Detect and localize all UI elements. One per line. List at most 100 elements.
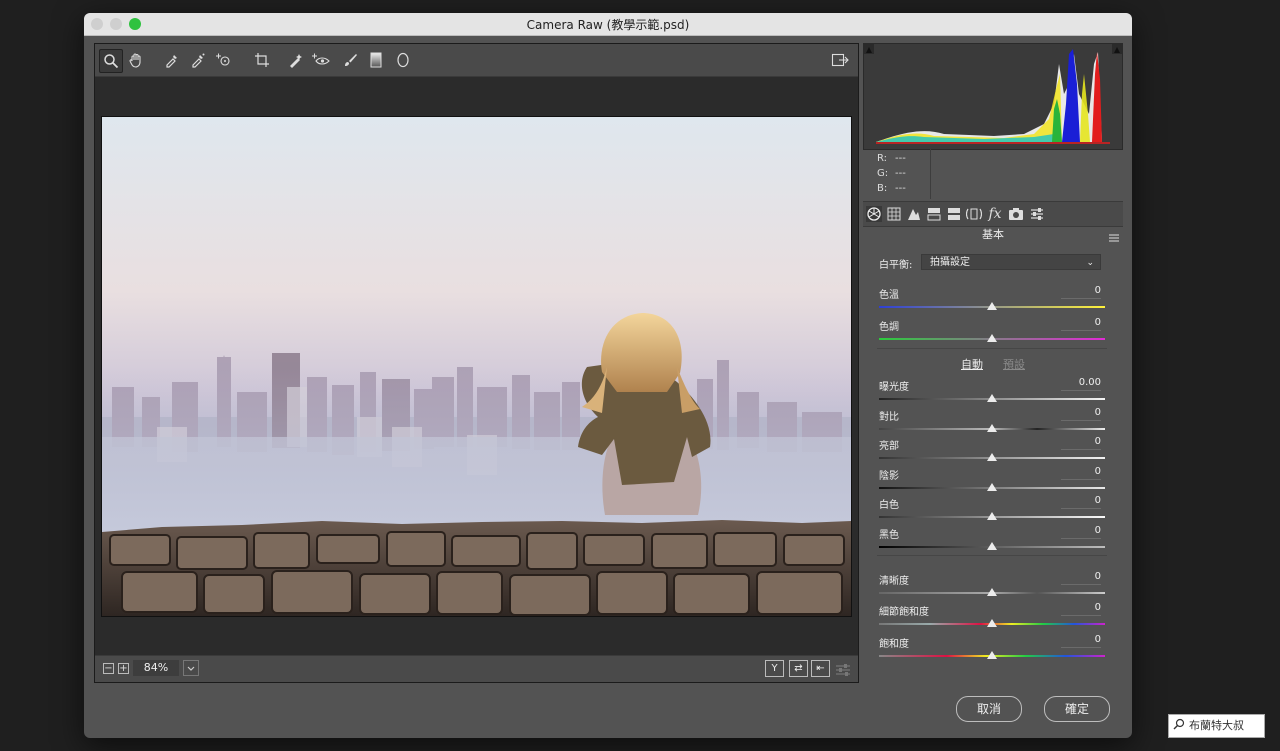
slider-label: 色調 (879, 322, 899, 333)
slider-value-field[interactable]: 0 (1061, 495, 1101, 509)
status-bar: − + 84% Y ⇄ ⇤ (95, 655, 858, 682)
slider-thumb[interactable] (987, 302, 997, 310)
zoom-icon[interactable] (99, 49, 123, 73)
slider-value-field[interactable]: 0 (1061, 285, 1101, 299)
cancel-button[interactable]: 取消 (956, 696, 1022, 722)
zoom-level[interactable]: 84% (133, 660, 179, 676)
slider-label: 曝光度 (879, 382, 909, 393)
tool-bar (95, 44, 858, 77)
search-icon (1173, 716, 1185, 738)
basic-tab-icon[interactable] (866, 206, 882, 222)
lens-corrections-tab-icon[interactable] (966, 206, 982, 222)
presets-tab-icon[interactable] (1029, 206, 1045, 222)
preview-photo[interactable] (101, 116, 852, 617)
auto-link[interactable]: 自動 (961, 356, 983, 372)
slider-row: 黑色 0 (879, 525, 1105, 554)
adjustment-brush-icon[interactable] (339, 49, 361, 71)
slider-label: 對比 (879, 412, 899, 423)
slider-value-field[interactable]: 0 (1061, 571, 1101, 585)
split-toning-tab-icon[interactable] (946, 206, 962, 222)
slider-value-field[interactable]: 0 (1061, 602, 1101, 616)
slider-label: 清晰度 (879, 576, 909, 587)
slider-value-field[interactable]: 0 (1061, 525, 1101, 539)
slider-row: 對比 0 (879, 407, 1105, 436)
divider (877, 348, 1107, 349)
zoom-in-button[interactable]: + (118, 663, 129, 674)
g-value: --- (895, 168, 906, 179)
white-balance-label: 白平衡: (879, 260, 913, 271)
tone-curve-tab-icon[interactable] (886, 206, 902, 222)
slider-label: 白色 (879, 500, 899, 511)
slider-label: 黑色 (879, 530, 899, 541)
before-after-view-button[interactable]: Y (765, 660, 784, 677)
panel-tabs: fx (863, 201, 1123, 227)
panel-title: 基本 (982, 228, 1004, 241)
slider-row: 飽和度 0 (879, 634, 1105, 663)
window-title: Camera Raw (教學示範.psd) (526, 18, 690, 32)
slider-row: 清晰度 0 (879, 571, 1105, 600)
open-preferences-icon[interactable] (829, 49, 851, 71)
slider-row: 色調 0 (879, 317, 1105, 346)
slider-thumb[interactable] (987, 394, 997, 402)
camera-raw-window: Camera Raw (教學示範.psd) − + 84% Y ⇄ ⇤ R: -… (84, 13, 1132, 738)
title-bar: Camera Raw (教學示範.psd) (84, 13, 1132, 36)
radial-filter-icon[interactable] (392, 49, 414, 71)
slider-row: 陰影 0 (879, 466, 1105, 495)
panel-menu-icon[interactable] (1109, 227, 1119, 246)
spot-removal-icon[interactable] (285, 49, 307, 71)
slider-thumb[interactable] (987, 619, 997, 627)
divider (877, 555, 1107, 556)
swap-settings-button[interactable]: ⇄ (789, 660, 808, 677)
slider-thumb[interactable] (987, 453, 997, 461)
watermark-text: 布蘭特大叔 (1189, 719, 1244, 732)
slider-thumb[interactable] (987, 512, 997, 520)
r-label: R: (877, 153, 888, 164)
white-balance-icon[interactable] (161, 49, 183, 71)
adjustment-panel: R: --- G: --- B: --- fx 基本 白平衡: 拍攝設定 ⌄ 色… (863, 43, 1123, 683)
chevron-down-icon: ⌄ (1086, 258, 1094, 268)
slider-value-field[interactable]: 0 (1061, 317, 1101, 331)
detail-tab-icon[interactable] (906, 206, 922, 222)
zoom-dropdown[interactable] (183, 660, 199, 676)
rgb-divider (930, 149, 931, 199)
slider-thumb[interactable] (987, 424, 997, 432)
watermark: 布蘭特大叔 (1168, 714, 1265, 738)
copy-settings-button[interactable]: ⇤ (811, 660, 830, 677)
slider-value-field[interactable]: 0 (1061, 436, 1101, 450)
histogram (863, 43, 1123, 150)
graduated-filter-icon[interactable] (365, 49, 387, 71)
slider-thumb[interactable] (987, 334, 997, 342)
slider-value-field[interactable]: 0 (1061, 407, 1101, 421)
g-label: G: (877, 168, 889, 179)
ok-button[interactable]: 確定 (1044, 696, 1110, 722)
slider-label: 飽和度 (879, 639, 909, 650)
slider-label: 色溫 (879, 290, 899, 301)
slider-thumb[interactable] (987, 483, 997, 491)
r-value: --- (895, 153, 906, 164)
target-adjust-icon[interactable] (213, 49, 235, 71)
zoom-out-button[interactable]: − (103, 663, 114, 674)
slider-value-field[interactable]: 0 (1061, 634, 1101, 648)
white-balance-value: 拍攝設定 (930, 257, 970, 268)
preview-panel: − + 84% Y ⇄ ⇤ (94, 43, 859, 683)
white-balance-select[interactable]: 拍攝設定 ⌄ (921, 254, 1101, 270)
effects-tab-icon[interactable]: fx (987, 206, 1003, 222)
red-eye-icon[interactable] (310, 49, 332, 71)
crop-icon[interactable] (251, 49, 273, 71)
slider-value-field[interactable]: 0.00 (1061, 377, 1101, 391)
rgb-readout: R: --- G: --- B: --- (877, 151, 913, 196)
default-link[interactable]: 預設 (1003, 356, 1025, 372)
color-sampler-icon[interactable] (187, 49, 209, 71)
slider-thumb[interactable] (987, 588, 997, 596)
slider-row: 白色 0 (879, 495, 1105, 524)
slider-value-field[interactable]: 0 (1061, 466, 1101, 480)
camera-calibration-tab-icon[interactable] (1008, 206, 1024, 222)
slider-thumb[interactable] (987, 651, 997, 659)
slider-row: 曝光度 0.00 (879, 377, 1105, 406)
hand-icon[interactable] (125, 49, 147, 71)
slider-label: 細節飽和度 (879, 607, 929, 618)
hsl-tab-icon[interactable] (926, 206, 942, 222)
slider-thumb[interactable] (987, 542, 997, 550)
settings-toggle-icon[interactable] (835, 662, 851, 681)
b-label: B: (877, 183, 888, 194)
